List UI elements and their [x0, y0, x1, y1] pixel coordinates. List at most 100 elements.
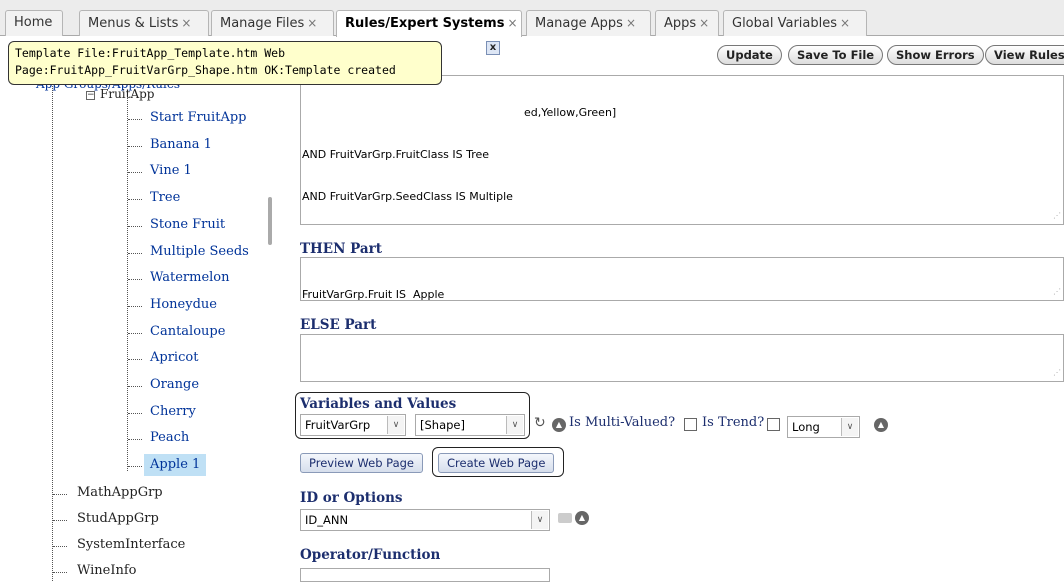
variable-select[interactable]: [Shape] ∨ — [415, 414, 525, 436]
id-options-label: ID or Options — [300, 490, 403, 506]
variables-values-label: Variables and Values — [300, 396, 457, 412]
then-part-label: THEN Part — [300, 241, 383, 257]
chevron-up-circle-icon[interactable]: ▲ — [874, 418, 888, 432]
multi-valued-checkbox[interactable] — [684, 418, 697, 431]
tree-rule-item[interactable]: Banana 1 — [150, 134, 212, 156]
notification-popup: Template File:FruitApp_Template.htm Web … — [8, 41, 442, 85]
tree-connector — [128, 172, 142, 174]
tab-apps[interactable]: Apps × — [655, 10, 719, 36]
close-icon[interactable]: × — [626, 16, 636, 30]
tree-connector — [53, 546, 67, 547]
save-to-file-button[interactable]: Save To File — [788, 45, 884, 65]
tree-group-item[interactable]: MathAppGrp — [77, 482, 163, 504]
show-errors-button[interactable]: Show Errors — [887, 45, 984, 65]
tree-connector — [52, 75, 53, 582]
notification-line-2: Page:FruitApp_FruitVarGrp_Shape.htm OK:T… — [15, 63, 396, 77]
tab-home[interactable]: Home — [5, 10, 63, 36]
tree-group-item[interactable]: StudAppGrp — [77, 508, 159, 530]
tree-rule-item[interactable]: Vine 1 — [150, 160, 192, 182]
tree-rule-item[interactable]: Multiple Seeds — [150, 241, 249, 263]
create-web-page-button[interactable]: Create Web Page — [438, 453, 555, 473]
else-part-textarea[interactable]: ⋰ — [300, 334, 1064, 382]
collapse-icon[interactable]: − — [86, 91, 95, 100]
if-line-1: ed,Yellow,Green] — [524, 106, 617, 119]
tree-connector — [128, 439, 142, 441]
refresh-icon[interactable]: ↻ — [534, 415, 546, 431]
tree-rule-item[interactable]: Honeydue — [150, 294, 217, 316]
tree-connector — [128, 119, 142, 120]
resize-grip-icon[interactable]: ⋰ — [1053, 366, 1061, 380]
tree-connector — [53, 494, 67, 495]
tab-rules-expert-systems[interactable]: Rules/Expert Systems × — [336, 10, 522, 37]
popup-close-button[interactable]: x — [486, 41, 500, 55]
preview-web-page-button[interactable]: Preview Web Page — [300, 453, 423, 473]
close-icon[interactable]: × — [840, 16, 850, 30]
trend-select[interactable]: Long ∨ — [787, 416, 860, 438]
tree-connector — [128, 359, 142, 361]
tree-app-node[interactable]: FruitApp — [100, 83, 154, 105]
else-part-label: ELSE Part — [300, 317, 377, 333]
tree-connector — [53, 520, 67, 521]
chevron-down-icon: ∨ — [387, 416, 404, 434]
tab-global-variables[interactable]: Global Variables × — [723, 10, 867, 36]
view-rules-button[interactable]: View Rules — [985, 45, 1064, 65]
close-icon[interactable]: × — [307, 16, 317, 30]
tree-rule-item[interactable]: Stone Fruit — [150, 214, 225, 236]
operator-function-label: Operator/Function — [300, 547, 441, 563]
variable-group-select[interactable]: FruitVarGrp ∨ — [300, 414, 406, 436]
chevron-down-icon: ∨ — [841, 418, 858, 436]
tree-rule-item[interactable]: Start FruitApp — [150, 107, 246, 129]
tree-rule-item[interactable]: Tree — [150, 187, 180, 209]
tree-group-item[interactable]: SystemInterface — [77, 534, 185, 556]
multi-valued-label: Is Multi-Valued? — [569, 415, 676, 430]
tree-connector — [128, 412, 142, 414]
close-icon[interactable]: × — [507, 16, 517, 30]
tree-rule-item[interactable]: Apple 1 — [144, 454, 207, 477]
tab-bar: Home Menus & Lists × Manage Files × Rules/… — [0, 0, 1064, 37]
update-button[interactable]: Update — [717, 45, 782, 65]
if-line-2: AND FruitVarGrp.FruitClass IS Tree — [302, 148, 490, 161]
chevron-down-icon: ∨ — [531, 511, 548, 529]
comment-icon[interactable] — [558, 513, 572, 523]
tree-connector — [128, 199, 142, 201]
tree-connector — [128, 252, 142, 254]
tab-manage-files[interactable]: Manage Files × — [211, 10, 334, 36]
chevron-up-circle-icon[interactable]: ▲ — [575, 511, 589, 525]
tree-rule-item[interactable]: Peach — [150, 427, 189, 449]
then-value: FruitVarGrp.Fruit IS Apple — [302, 288, 445, 301]
tree-connector — [128, 466, 142, 468]
tab-menus-lists[interactable]: Menus & Lists × — [79, 10, 209, 36]
close-icon[interactable]: × — [699, 16, 709, 30]
resize-grip-icon[interactable]: ⋰ — [1053, 209, 1061, 223]
tree-scrollbar[interactable] — [268, 197, 272, 245]
tree-connector — [128, 386, 142, 387]
tree-connector — [128, 225, 142, 227]
tree-connector — [127, 95, 128, 471]
tab-manage-apps[interactable]: Manage Apps × — [526, 10, 651, 36]
rule-editor: Update Save To File Show Errors View Rul… — [290, 37, 1064, 582]
tree-rule-item[interactable]: Apricot — [150, 347, 198, 369]
resize-grip-icon[interactable]: ⋰ — [1053, 285, 1061, 299]
operator-select[interactable] — [300, 568, 550, 582]
chevron-up-circle-icon[interactable]: ▲ — [552, 418, 566, 432]
if-part-textarea[interactable]: ed,Yellow,Green] AND FruitVarGrp.FruitCl… — [300, 75, 1064, 225]
rules-tree-panel: App Groups/Apps/Rules − FruitApp Start F… — [0, 37, 288, 582]
tree-rule-item[interactable]: Watermelon — [150, 267, 230, 289]
tree-connector — [128, 332, 142, 334]
tree-connector — [53, 572, 67, 573]
is-trend-label: Is Trend? — [702, 415, 765, 430]
tree-rule-item[interactable]: Cantaloupe — [150, 321, 225, 343]
tree-group-item[interactable]: WineInfo — [77, 560, 137, 582]
is-trend-checkbox[interactable] — [767, 418, 780, 431]
if-line-3: AND FruitVarGrp.SeedClass IS Multiple — [302, 190, 513, 203]
notification-line-1: Template File:FruitApp_Template.htm Web — [15, 46, 286, 60]
tree-rule-item[interactable]: Orange — [150, 374, 199, 396]
tree-connector — [128, 145, 142, 147]
tree-connector — [128, 305, 142, 307]
close-icon[interactable]: × — [181, 16, 191, 30]
tree-connector — [128, 279, 142, 281]
tree-rule-item[interactable]: Cherry — [150, 401, 196, 423]
chevron-down-icon: ∨ — [506, 416, 523, 434]
id-options-select[interactable]: ID_ANN ∨ — [300, 509, 550, 531]
then-part-textarea[interactable]: FruitVarGrp.Fruit IS Apple ⋰ — [300, 257, 1064, 301]
